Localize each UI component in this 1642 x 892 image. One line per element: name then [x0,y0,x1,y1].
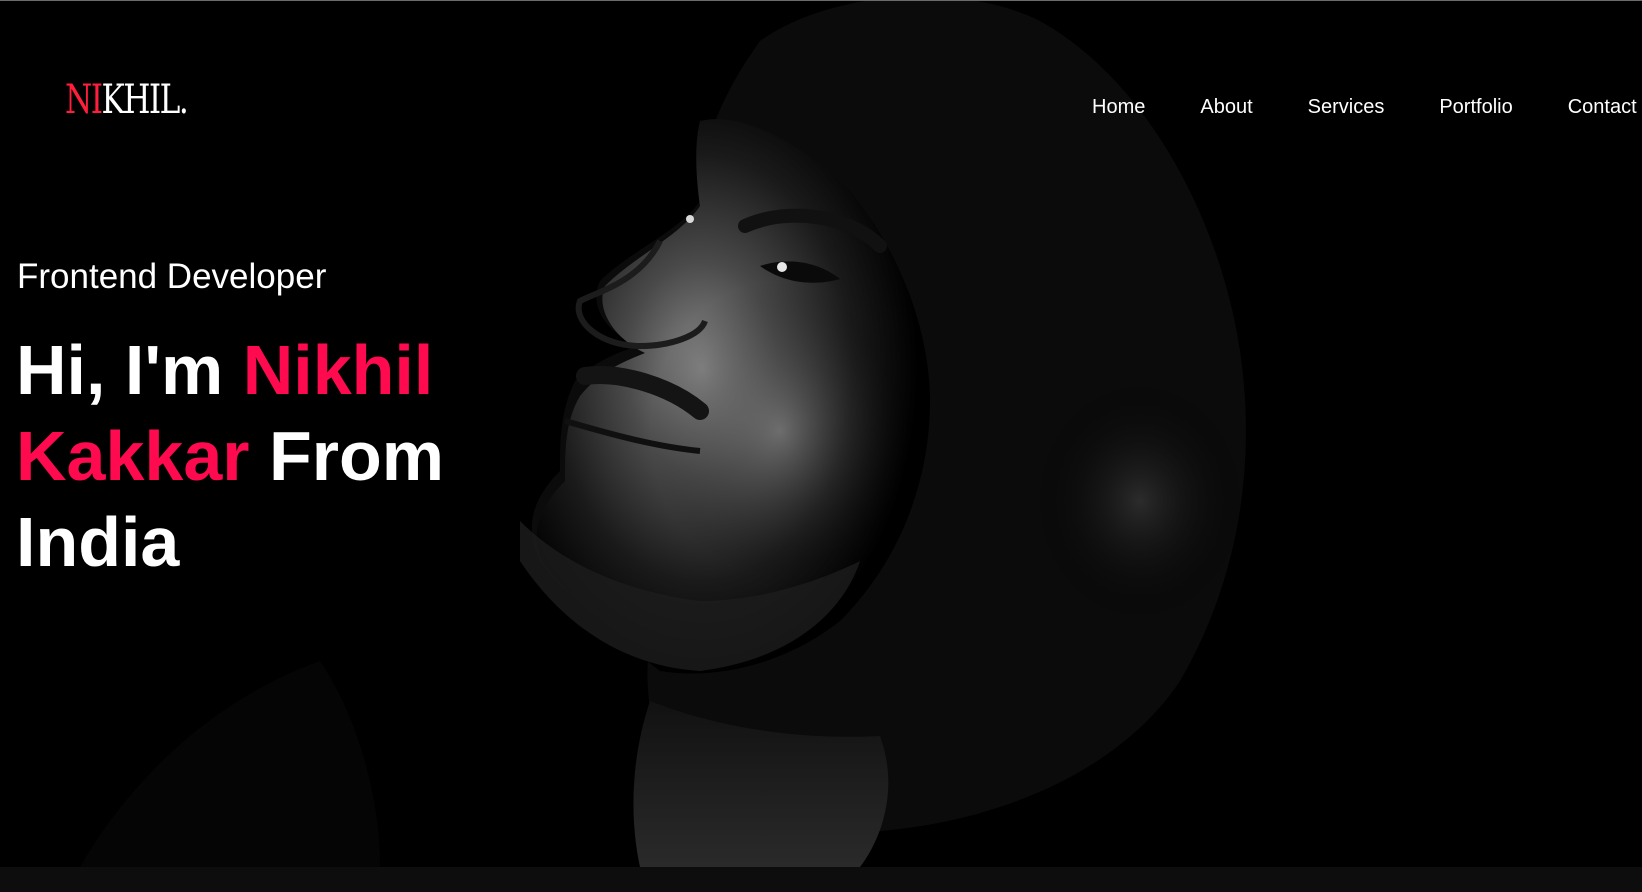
main-navigation: Home About Services Portfolio Contact [1092,93,1637,121]
hero-from-word: From [268,417,444,495]
nav-contact-link[interactable]: Contact [1568,93,1637,121]
hero-headline: Hi, I'm Nikhil Kakkar From India [16,327,536,585]
nav-portfolio-link[interactable]: Portfolio [1439,93,1512,121]
logo-main-text: KHIL. [101,77,189,123]
nav-home-link[interactable]: Home [1092,93,1145,121]
hero-name-first: Nikhil [242,331,434,409]
next-section-edge [0,867,1642,892]
hero-name-last: Kakkar [16,417,250,495]
nav-about-link[interactable]: About [1200,93,1252,121]
site-logo[interactable]: NIKHIL. [65,77,189,123]
hero-role-text: Frontend Developer [17,257,327,296]
logo-accent-text: NI [65,77,103,123]
nav-services-link[interactable]: Services [1308,93,1385,121]
hero-greeting: Hi, I'm [16,331,224,409]
hero-section: NIKHIL. Home About Services Portfolio Co… [0,1,1642,867]
hero-country: India [16,503,180,581]
